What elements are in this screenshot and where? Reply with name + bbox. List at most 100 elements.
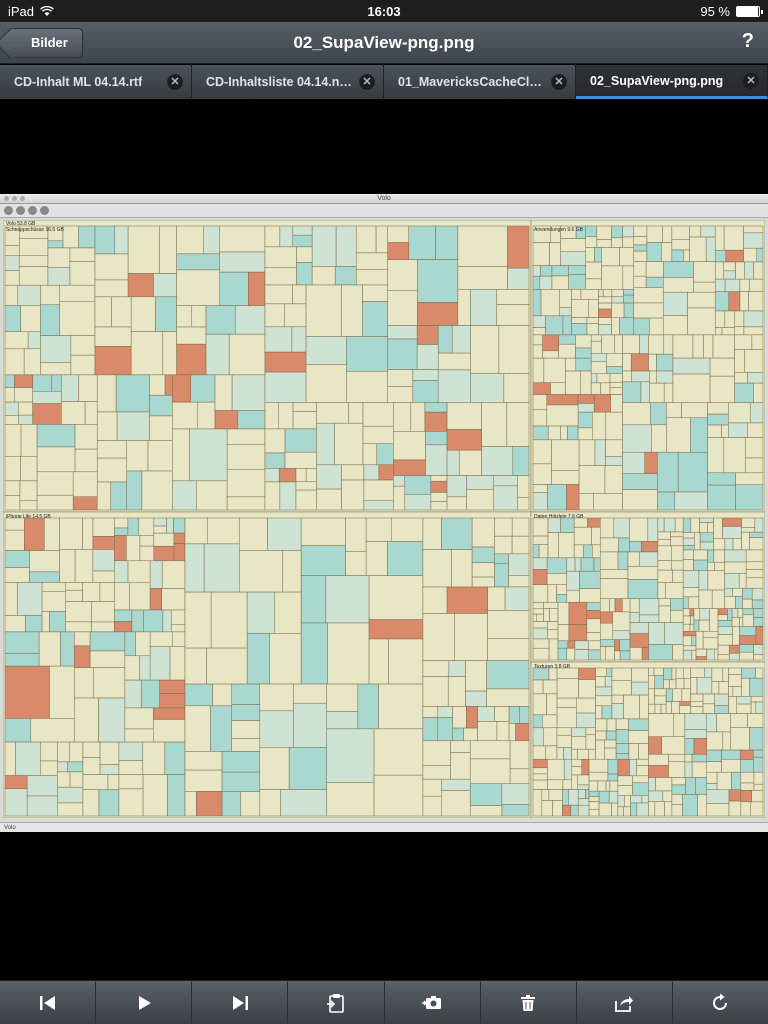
tab-cd-inhaltsliste[interactable]: CD-Inhaltsliste 04.14.nu... ✕ <box>192 65 384 99</box>
treemap-cell <box>293 683 327 704</box>
treemap-cell <box>14 387 33 403</box>
treemap-cell <box>707 413 729 426</box>
treemap-cell <box>736 696 752 705</box>
treemap-cell <box>269 633 302 685</box>
paste-button[interactable] <box>288 981 385 1024</box>
treemap-cell <box>751 599 764 609</box>
treemap-cell <box>506 402 530 447</box>
treemap-cell <box>545 315 564 336</box>
treemap-cell <box>557 640 569 649</box>
treemap-cell <box>446 429 482 451</box>
close-icon[interactable]: ✕ <box>551 74 567 90</box>
treemap-cell <box>542 679 558 695</box>
treemap-cell <box>657 569 673 583</box>
treemap-cell <box>142 774 168 817</box>
refresh-button[interactable] <box>673 981 768 1024</box>
treemap-cell <box>507 267 530 290</box>
camera-icon <box>422 995 442 1009</box>
treemap-cell <box>49 665 75 719</box>
treemap-cell <box>466 706 478 729</box>
treemap-cell <box>611 289 624 297</box>
treemap-cell <box>114 621 133 633</box>
skip-back-button[interactable] <box>0 981 97 1024</box>
treemap-cell <box>149 415 173 441</box>
treemap-cell <box>25 615 43 633</box>
share-button[interactable] <box>577 981 673 1024</box>
treemap-cell <box>532 613 538 622</box>
close-icon[interactable]: ✕ <box>743 72 759 89</box>
treemap-cell <box>316 488 342 511</box>
treemap-cell <box>702 703 715 714</box>
image-viewer[interactable]: Volo Volo 53.8 GB Schnappschüsse 16.5 GB i… <box>0 100 768 980</box>
tab-mavericks-cache[interactable]: 01_MavericksCacheClea... ✕ <box>384 65 576 99</box>
treemap-cell <box>556 747 564 760</box>
treemap-cell <box>682 794 698 817</box>
treemap-cell <box>739 626 757 636</box>
treemap-cell <box>92 570 115 583</box>
treemap-cell <box>631 681 649 696</box>
skip-forward-button[interactable] <box>192 981 289 1024</box>
treemap-cell <box>598 802 612 817</box>
treemap-cell <box>288 747 327 790</box>
treemap-cell <box>648 622 665 645</box>
treemap-cell <box>49 611 66 633</box>
treemap-cell <box>532 727 544 747</box>
treemap-cell <box>508 575 530 588</box>
treemap-cell <box>689 623 695 632</box>
treemap-cell <box>571 766 582 776</box>
treemap-cell <box>598 790 610 804</box>
treemap-cell <box>586 317 599 324</box>
treemap-cell <box>450 740 471 753</box>
treemap-cell <box>292 225 313 236</box>
treemap-cell <box>316 422 335 466</box>
treemap-cell <box>326 782 375 817</box>
treemap-cell <box>714 249 727 263</box>
treemap-cell <box>457 225 508 267</box>
treemap-cell <box>684 753 693 763</box>
device-label: iPad <box>8 3 35 19</box>
treemap-cell <box>153 707 186 720</box>
treemap-cell <box>503 373 530 403</box>
help-button[interactable]: ? <box>742 30 754 53</box>
treemap-cell <box>142 741 166 775</box>
treemap-cell <box>532 289 542 317</box>
treemap-cell <box>325 575 370 624</box>
treemap-cell <box>651 424 667 453</box>
treemap-cell <box>619 650 631 661</box>
treemap-cell <box>714 561 725 571</box>
treemap-cell <box>471 576 495 588</box>
treemap-cell <box>577 805 590 817</box>
treemap-cell <box>753 644 764 655</box>
treemap-cell <box>647 517 659 542</box>
treemap-cell <box>173 517 186 534</box>
tab-supaview-png[interactable]: 02_SupaView-png.png ✕ <box>576 65 768 99</box>
treemap-cell <box>593 394 611 413</box>
treemap-cell <box>615 729 629 744</box>
tab-cd-inhalt-rtf[interactable]: CD-Inhalt ML 04.14.rtf ✕ <box>0 65 192 99</box>
treemap-cell <box>264 468 280 483</box>
back-button[interactable]: Bilder <box>8 27 83 58</box>
treemap-cell <box>627 566 659 580</box>
treemap-cell <box>740 782 755 791</box>
treemap-cell <box>684 729 707 739</box>
treemap-cell <box>606 353 623 367</box>
treemap-cell <box>139 535 155 547</box>
close-icon[interactable]: ✕ <box>167 74 183 90</box>
treemap-cell <box>714 648 719 661</box>
treemap-cell <box>532 382 551 395</box>
treemap-cell <box>65 582 83 591</box>
play-button[interactable] <box>96 981 193 1024</box>
close-icon[interactable]: ✕ <box>359 74 375 90</box>
treemap-cell <box>751 334 764 350</box>
delete-button[interactable] <box>481 981 577 1024</box>
camera-button[interactable] <box>385 981 481 1024</box>
treemap-cell <box>606 366 623 375</box>
treemap-cell <box>94 225 116 255</box>
treemap-cell <box>509 768 530 784</box>
treemap-cell <box>586 610 601 620</box>
treemap-cell <box>558 532 575 559</box>
treemap-cell <box>735 596 743 609</box>
treemap-cell <box>566 647 576 661</box>
treemap-cell <box>62 225 79 249</box>
treemap-cell <box>131 609 144 633</box>
